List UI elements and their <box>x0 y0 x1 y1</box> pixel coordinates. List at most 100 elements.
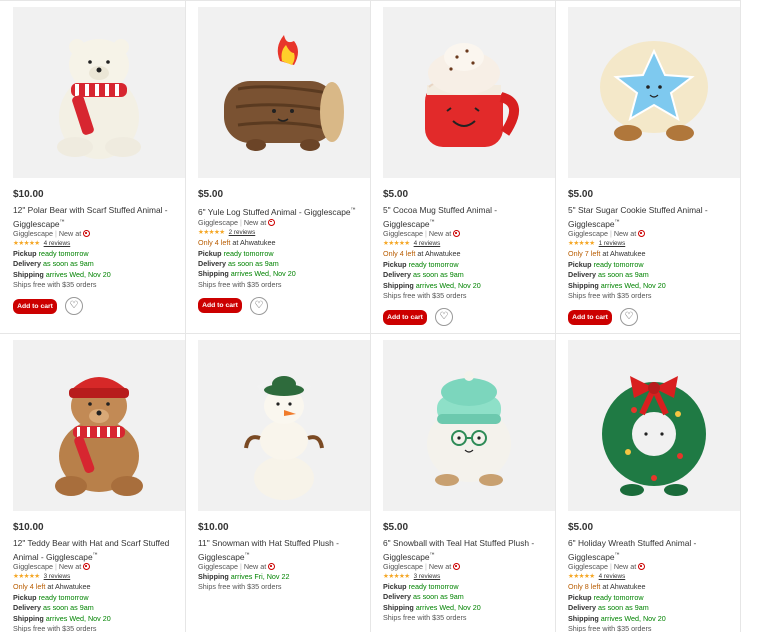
pickup-label: Pickup <box>383 260 407 269</box>
product-card[interactable]: $10.00 11" Snowman with Hat Stuffed Plush… <box>185 333 370 632</box>
pickup-value: ready tomorrow <box>408 260 459 269</box>
brand-name[interactable]: Gigglescape <box>13 562 53 571</box>
product-price: $10.00 <box>13 189 44 200</box>
product-title-link[interactable]: 6" Snowball with Teal Hat Stuffed Plush … <box>383 538 553 563</box>
new-at-label: New at <box>243 562 267 571</box>
delivery-value: as soon as 9am <box>597 270 649 280</box>
product-title-line: 5" Star Sugar Cookie Stuffed Animal - <box>568 205 708 215</box>
product-price: $5.00 <box>198 189 224 200</box>
product-title-link[interactable]: 5" Cocoa Mug Stuffed Animal - Gigglescape… <box>383 205 553 230</box>
delivery-value: as soon as 9am <box>42 603 94 613</box>
add-to-cart-button[interactable]: Add to cart <box>198 298 242 314</box>
add-to-cart-button[interactable]: Add to cart <box>383 309 427 325</box>
product-title-link[interactable]: 6" Yule Log Stuffed Animal - Gigglescape… <box>198 205 368 218</box>
brand-line: Gigglescape | New at <box>383 229 461 238</box>
target-logo-icon <box>83 563 91 570</box>
favorite-heart-icon[interactable]: ♡ <box>435 308 453 327</box>
product-image[interactable] <box>568 7 740 178</box>
rating-row[interactable]: ★★★★★ 1 reviews <box>568 239 625 247</box>
reviews-link[interactable]: 4 reviews <box>599 573 626 580</box>
product-image[interactable] <box>568 340 740 511</box>
favorite-heart-icon[interactable]: ♡ <box>65 297 83 316</box>
reviews-link[interactable]: 4 reviews <box>44 240 71 247</box>
separator: | <box>609 229 612 238</box>
brand-line: Gigglescape | New at <box>568 562 646 571</box>
add-to-cart-button[interactable]: Add to cart <box>13 298 57 314</box>
product-card[interactable]: $5.00 6" Holiday Wreath Stuffed Animal - G… <box>555 333 740 632</box>
stock-status: Only 8 left at Ahwatukee <box>568 582 646 591</box>
reviews-link[interactable]: 1 reviews <box>599 240 626 247</box>
product-title-line: 12" Polar Bear with Scarf Stuffed Animal… <box>13 205 168 215</box>
reviews-link[interactable]: 3 reviews <box>44 573 71 580</box>
delivery-line: Delivery as soon as 9am <box>198 259 296 269</box>
product-title-line: 6" Holiday Wreath Stuffed Animal - <box>568 538 697 548</box>
brand-name[interactable]: Gigglescape <box>198 562 238 571</box>
stock-status: Only 7 left at Ahwatukee <box>568 249 646 258</box>
brand-name[interactable]: Gigglescape <box>383 229 423 238</box>
product-title-line: Gigglescape <box>383 551 430 562</box>
delivery-value: as soon as 9am <box>412 270 464 280</box>
rating-row[interactable]: ★★★★★ 4 reviews <box>383 239 440 247</box>
brand-name[interactable]: Gigglescape <box>568 562 608 571</box>
pickup-value: ready tomorrow <box>223 248 274 258</box>
product-card[interactable]: $10.00 12" Polar Bear with Scarf Stuffed … <box>0 0 185 333</box>
product-card[interactable]: $5.00 6" Yule Log Stuffed Animal - Giggle… <box>185 0 370 333</box>
brand-name[interactable]: Gigglescape <box>13 229 53 238</box>
pickup-value: ready tomorrow <box>408 582 459 591</box>
product-image[interactable] <box>383 7 555 178</box>
shipping-value: arrives Wed, Nov 20 <box>45 613 111 623</box>
pickup-value: ready tomorrow <box>38 593 89 602</box>
brand-name[interactable]: Gigglescape <box>568 229 608 238</box>
rating-row[interactable]: ★★★★★ 4 reviews <box>13 239 70 247</box>
product-title-link[interactable]: 5" Star Sugar Cookie Stuffed Animal - Gig… <box>568 205 738 230</box>
brand-name[interactable]: Gigglescape <box>383 562 423 571</box>
product-card[interactable]: $5.00 5" Cocoa Mug Stuffed Animal - Giggle… <box>370 0 555 333</box>
rating-row[interactable]: ★★★★★ 4 reviews <box>568 572 625 580</box>
brand-line: Gigglescape | New at <box>198 562 276 571</box>
fulfillment-info: Pickup ready tomorrow Delivery as soon as… <box>568 260 666 302</box>
rating-row[interactable]: ★★★★★ 2 reviews <box>198 228 255 236</box>
favorite-heart-icon[interactable]: ♡ <box>250 296 268 315</box>
star-rating-icon: ★★★★★ <box>568 573 595 580</box>
add-to-cart-button[interactable]: Add to cart <box>568 309 612 325</box>
delivery-label: Delivery <box>568 270 596 280</box>
new-at-label: New at <box>613 562 637 571</box>
product-title-link[interactable]: 6" Holiday Wreath Stuffed Animal - Giggle… <box>568 538 738 563</box>
reviews-link[interactable]: 2 reviews <box>229 229 256 236</box>
product-card[interactable]: $10.00 12" Teddy Bear with Hat and Scarf … <box>0 333 185 632</box>
product-image[interactable] <box>198 340 370 511</box>
separator: | <box>239 562 242 571</box>
separator: | <box>609 562 612 571</box>
stock-status: Only 4 left at Ahwatukee <box>13 582 91 591</box>
product-title-link[interactable]: 11" Snowman with Hat Stuffed Plush - Gigg… <box>198 538 368 563</box>
rating-row[interactable]: ★★★★★ 3 reviews <box>383 572 440 580</box>
product-image[interactable] <box>13 7 185 178</box>
favorite-heart-icon[interactable]: ♡ <box>620 308 638 327</box>
ships-free-note: Ships free with $35 orders <box>198 582 282 592</box>
product-title-line: Gigglescape <box>13 218 60 229</box>
shipping-line: Shipping arrives Fri, Nov 22 <box>198 572 289 582</box>
ships-free-note: Ships free with $35 orders <box>13 624 97 632</box>
target-logo-icon <box>453 230 461 237</box>
reviews-link[interactable]: 4 reviews <box>414 240 441 247</box>
delivery-line: Delivery as soon as 9am <box>13 603 111 613</box>
rating-row[interactable]: ★★★★★ 3 reviews <box>13 572 70 580</box>
product-image[interactable] <box>198 7 370 178</box>
reviews-link[interactable]: 3 reviews <box>414 573 441 580</box>
delivery-line: Delivery as soon as 9am <box>13 259 111 269</box>
delivery-label: Delivery <box>383 592 411 602</box>
star-rating-icon: ★★★★★ <box>13 573 40 580</box>
shipping-label: Shipping <box>13 269 44 279</box>
product-card[interactable]: $5.00 6" Snowball with Teal Hat Stuffed P… <box>370 333 555 632</box>
product-title-link[interactable]: 12" Polar Bear with Scarf Stuffed Animal… <box>13 205 183 230</box>
star-rating-icon: ★★★★★ <box>383 573 410 580</box>
shipping-line: Shipping arrives Wed, Nov 20 <box>568 614 666 624</box>
product-image[interactable] <box>383 340 555 511</box>
brand-name[interactable]: Gigglescape <box>198 218 238 227</box>
shipping-value: arrives Fri, Nov 22 <box>230 572 290 581</box>
product-image[interactable] <box>13 340 185 511</box>
pickup-label: Pickup <box>13 249 37 258</box>
product-title-link[interactable]: 12" Teddy Bear with Hat and Scarf Stuffe… <box>13 538 183 563</box>
product-card[interactable]: $5.00 5" Star Sugar Cookie Stuffed Animal… <box>555 0 740 333</box>
pickup-line: Pickup ready tomorrow <box>568 593 666 603</box>
